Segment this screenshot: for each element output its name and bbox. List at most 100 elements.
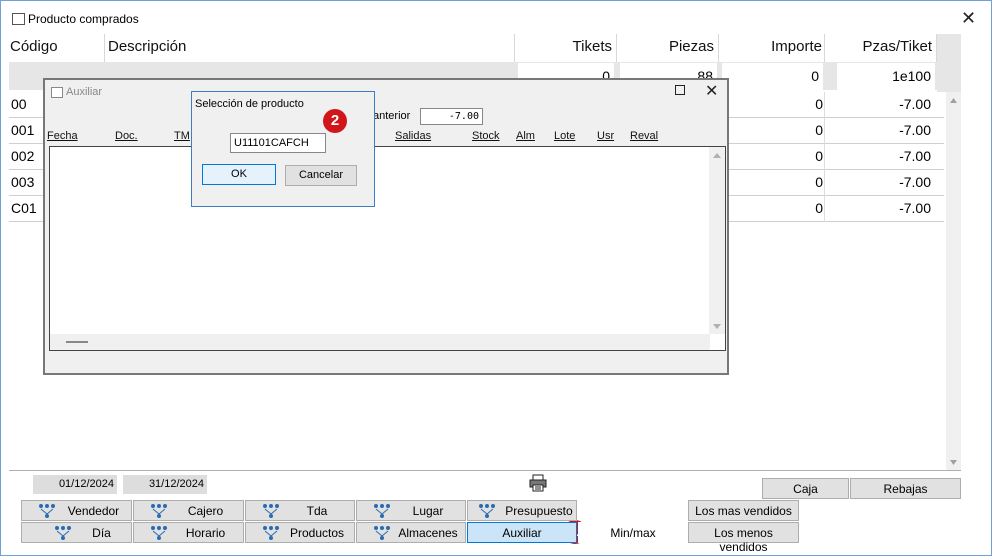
people-tree-icon: [151, 526, 167, 540]
row-importe: 0: [815, 174, 823, 190]
row-importe: 0: [815, 122, 823, 138]
mas-vendidos-button[interactable]: Los mas vendidos: [688, 500, 799, 521]
auxiliar-button[interactable]: Auxiliar: [467, 522, 577, 543]
people-tree-icon: [479, 504, 495, 518]
col-pzas-tiket[interactable]: Pzas/Tiket: [825, 34, 937, 62]
col-codigo[interactable]: Código: [8, 34, 105, 62]
people-tree-icon: [263, 526, 279, 540]
row-pzas-tiket: -7.00: [899, 200, 931, 216]
aux-col-lote[interactable]: Lote: [554, 130, 575, 142]
scroll-thumb[interactable]: [66, 341, 88, 343]
minmax-button[interactable]: Min/max: [578, 522, 688, 543]
rebajas-label: Rebajas: [883, 482, 928, 496]
row-codigo: C01: [11, 200, 37, 216]
auxiliar-window: Auxiliar ✕ anterior -7.00 Fecha Doc. TM …: [43, 78, 729, 375]
almacenes-label: Almacenes: [398, 526, 458, 540]
col-tikets[interactable]: Tikets: [515, 34, 617, 62]
productos-label: Productos: [289, 526, 345, 540]
row-pzas-tiket: -7.00: [899, 96, 931, 112]
people-tree-icon: [55, 526, 71, 540]
row-codigo: 002: [11, 148, 35, 164]
menos-vendidos-button[interactable]: Los menos vendidos: [688, 522, 799, 554]
col-piezas[interactable]: Piezas: [617, 34, 719, 62]
row-pzas-tiket: -7.00: [899, 174, 931, 190]
summary-importe: 0: [722, 63, 823, 90]
presupuesto-label: Presupuesto: [505, 504, 573, 518]
horario-button[interactable]: Horario: [133, 522, 244, 543]
dialog-title: Selección de producto: [195, 98, 304, 110]
maximize-icon[interactable]: [675, 85, 685, 95]
dia-label: Día: [92, 526, 111, 540]
col-importe[interactable]: Importe: [719, 34, 825, 62]
vendedor-label: Vendedor: [67, 504, 120, 518]
row-pzas-tiket: -7.00: [899, 148, 931, 164]
aux-col-fecha[interactable]: Fecha: [47, 130, 78, 142]
mas-vendidos-label: Los mas vendidos: [695, 504, 792, 518]
scroll-arrows-icon: [713, 153, 721, 329]
ok-button[interactable]: OK: [202, 164, 276, 185]
step-badge-2: 2: [323, 109, 347, 133]
tda-button[interactable]: Tda: [245, 500, 355, 521]
horizontal-scrollbar[interactable]: [50, 334, 710, 350]
row-codigo: 00: [11, 96, 27, 112]
cancel-button[interactable]: Cancelar: [285, 165, 357, 186]
vertical-scrollbar[interactable]: [946, 92, 961, 470]
title-bar: Producto comprados ✕: [1, 1, 991, 31]
close-icon[interactable]: ✕: [961, 9, 976, 27]
menos-vendidos-label: Los menos vendidos: [714, 526, 773, 554]
window-title: Producto comprados: [28, 12, 139, 26]
row-codigo: 003: [11, 174, 35, 190]
row-importe: 0: [815, 200, 823, 216]
scroll-arrows-icon: [950, 98, 957, 465]
people-tree-icon: [151, 504, 167, 518]
lugar-button[interactable]: Lugar: [356, 500, 466, 521]
printer-icon[interactable]: [528, 474, 548, 492]
cajero-button[interactable]: Cajero: [133, 500, 244, 521]
aux-col-tm[interactable]: TM: [174, 130, 190, 142]
row-codigo: 001: [11, 122, 35, 138]
vertical-scrollbar[interactable]: [709, 147, 725, 334]
almacenes-button[interactable]: Almacenes: [356, 522, 466, 543]
product-selection-dialog: Selección de producto U11101CAFCH OK Can…: [191, 91, 375, 207]
window-icon: [12, 13, 25, 25]
summary-pzas-tiket: 1e100: [837, 63, 935, 90]
grid-bottom-line: [9, 470, 961, 471]
people-tree-icon: [39, 504, 55, 518]
auxiliar-grid[interactable]: [49, 146, 726, 351]
aux-col-salidas[interactable]: Salidas: [395, 130, 431, 142]
minmax-label: Min/max: [610, 526, 656, 540]
close-icon[interactable]: ✕: [705, 81, 718, 101]
lugar-label: Lugar: [412, 504, 444, 518]
row-pzas-tiket: -7.00: [899, 122, 931, 138]
aux-col-stock[interactable]: Stock: [472, 130, 500, 142]
people-tree-icon: [374, 504, 390, 518]
vendedor-button[interactable]: Vendedor: [21, 500, 132, 521]
aux-col-usr[interactable]: Usr: [597, 130, 614, 142]
aux-col-alm[interactable]: Alm: [516, 130, 535, 142]
horario-label: Horario: [185, 526, 226, 540]
col-divider: [824, 92, 825, 222]
presupuesto-button[interactable]: Presupuesto: [467, 500, 577, 521]
people-tree-icon: [263, 504, 279, 518]
date-to[interactable]: 31/12/2024: [123, 475, 207, 494]
anterior-field[interactable]: -7.00: [420, 108, 483, 125]
row-importe: 0: [815, 96, 823, 112]
caja-label: Caja: [793, 482, 818, 496]
tda-label: Tda: [306, 504, 328, 518]
cajero-label: Cajero: [187, 504, 224, 518]
date-from[interactable]: 01/12/2024: [33, 475, 117, 494]
rebajas-button[interactable]: Rebajas: [850, 478, 961, 499]
people-tree-icon: [374, 526, 390, 540]
col-descripcion[interactable]: Descripción: [105, 34, 515, 62]
aux-col-reval[interactable]: Reval: [630, 130, 658, 142]
product-code-input[interactable]: U11101CAFCH: [230, 133, 326, 153]
auxiliar-label: Auxiliar: [502, 526, 542, 540]
dia-button[interactable]: Día: [21, 522, 132, 543]
window-icon: [51, 87, 63, 98]
aux-col-doc[interactable]: Doc.: [115, 130, 138, 142]
productos-button[interactable]: Productos: [245, 522, 355, 543]
caja-button[interactable]: Caja: [762, 478, 849, 499]
auxiliar-title: Auxiliar: [66, 86, 103, 98]
anterior-label: anterior: [373, 110, 411, 122]
row-importe: 0: [815, 148, 823, 164]
